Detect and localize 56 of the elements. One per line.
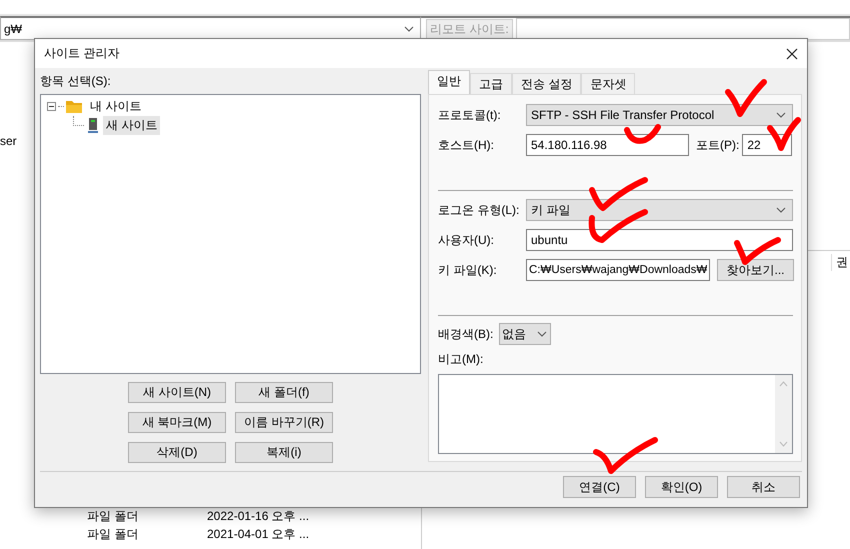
check-mark-annotation <box>589 177 648 211</box>
logon-type-dropdown[interactable]: 키 파일 <box>526 199 793 221</box>
field-label: 포트(P): <box>696 136 740 154</box>
dialog-button[interactable]: 확인(O) <box>645 476 718 498</box>
file-date-cell-text: 2021-04-01 오후 ... <box>207 526 310 543</box>
host-field[interactable]: 54.180.116.98 <box>526 134 689 156</box>
local-tree-item[interactable]: ser <box>0 134 17 148</box>
tree-action-button[interactable]: 복제(i) <box>235 442 333 463</box>
tree-action-button[interactable]: 새 사이트(N) <box>128 382 226 403</box>
check-mark-annotation <box>725 79 767 117</box>
comments-field[interactable] <box>438 374 793 454</box>
tree-label: 항목 선택(S): <box>40 74 112 90</box>
caret-icon <box>776 112 786 118</box>
field-label: 사용자(U): <box>438 232 495 248</box>
tree-item[interactable]: 새 사이트 <box>103 116 160 135</box>
user-field[interactable]: ubuntu <box>526 229 793 251</box>
tree-action-button[interactable]: 삭제(D) <box>128 442 226 463</box>
field-label: 프로토콜(t): <box>438 106 502 124</box>
check-mark-annotation <box>588 209 648 243</box>
tab[interactable]: 전송 설정 <box>512 73 582 94</box>
browse-button[interactable]: 찾아보기... <box>717 259 794 281</box>
remote-site-label: 리모트 사이트: <box>426 18 513 40</box>
tree-action-button[interactable]: 이름 바꾸기(R) <box>235 412 333 433</box>
field-label: 호스트(H): <box>438 136 495 154</box>
caret-icon <box>404 26 414 32</box>
field-label: 키 파일(K): <box>438 262 498 278</box>
tab[interactable]: 문자셋 <box>581 73 636 94</box>
file-date-cell-text: 2022-01-16 오후 ... <box>207 508 310 525</box>
check-mark-annotation <box>767 117 801 151</box>
dialog-title: 사이트 관리자 <box>44 45 120 62</box>
caret-icon <box>537 331 547 337</box>
local-path-combobox[interactable]: g₩ <box>0 16 421 40</box>
tab[interactable]: 일반 <box>428 70 470 94</box>
file-type-cell-text: 파일 폴더 <box>87 526 140 543</box>
dialog-button[interactable]: 취소 <box>727 476 800 498</box>
close-icon[interactable] <box>786 48 798 60</box>
protocol-dropdown[interactable]: SFTP - SSH File Transfer Protocol <box>526 104 793 126</box>
tree-item[interactable]: 내 사이트 <box>87 97 144 116</box>
dialog-button[interactable]: 연결(C) <box>563 476 636 498</box>
tree-action-button[interactable]: 새 북마크(M) <box>128 412 226 433</box>
background-color-dropdown[interactable]: 없음 <box>499 323 551 345</box>
folder-icon <box>66 100 82 113</box>
key-file-field[interactable]: C:₩Users₩wajang₩Downloads₩ <box>526 259 710 281</box>
tree-action-button[interactable]: 새 폴더(f) <box>235 382 333 403</box>
field-label: 배경색(B): <box>438 326 494 342</box>
field-label: 비고(M): <box>438 351 484 368</box>
computer-icon <box>88 118 98 134</box>
check-mark-annotation <box>734 237 781 265</box>
check-mark-annotation <box>624 124 661 144</box>
caret-icon <box>776 207 786 213</box>
collapse-icon[interactable] <box>47 102 56 111</box>
file-type-cell-text: 파일 폴더 <box>87 508 140 525</box>
column-header[interactable]: 권 <box>831 254 848 270</box>
check-mark-annotation <box>593 437 658 474</box>
tab[interactable]: 고급 <box>470 73 512 94</box>
field-label: 로그온 유형(L): <box>438 202 520 218</box>
